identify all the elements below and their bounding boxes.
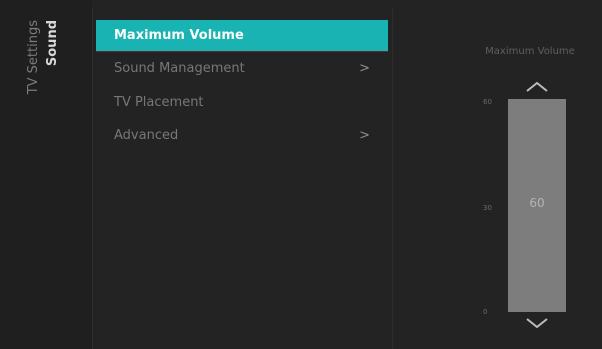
chevron-right-icon: > — [359, 128, 370, 143]
volume-value: 60 — [529, 196, 545, 210]
tv-settings-screen: TV Settings Sound Maximum Volume Sound M… — [0, 0, 602, 349]
menu-item-maximum-volume[interactable]: Maximum Volume — [96, 20, 388, 51]
tick-label-mid: 30 — [483, 204, 492, 212]
menu-item-tv-placement[interactable]: TV Placement — [96, 87, 388, 118]
divider — [392, 8, 393, 349]
breadcrumb-parent[interactable]: TV Settings — [26, 20, 41, 94]
tick-label-max: 60 — [483, 98, 492, 106]
breadcrumb-current: Sound — [45, 20, 60, 67]
divider — [92, 8, 93, 349]
menu-item-label: Advanced — [114, 128, 179, 143]
chevron-up-icon[interactable] — [524, 80, 550, 94]
tick-label-min: 0 — [483, 308, 488, 316]
breadcrumb: TV Settings Sound — [0, 0, 92, 349]
chevron-right-icon: > — [359, 61, 370, 76]
panel-title: Maximum Volume — [485, 46, 575, 57]
sound-menu: Maximum Volume Sound Management > TV Pla… — [96, 20, 388, 153]
menu-item-sound-management[interactable]: Sound Management > — [96, 51, 388, 85]
menu-item-label: Sound Management — [114, 61, 245, 76]
menu-item-label: Maximum Volume — [114, 28, 244, 43]
chevron-down-icon[interactable] — [524, 316, 550, 330]
menu-item-advanced[interactable]: Advanced > — [96, 120, 388, 151]
menu-item-label: TV Placement — [114, 95, 204, 110]
